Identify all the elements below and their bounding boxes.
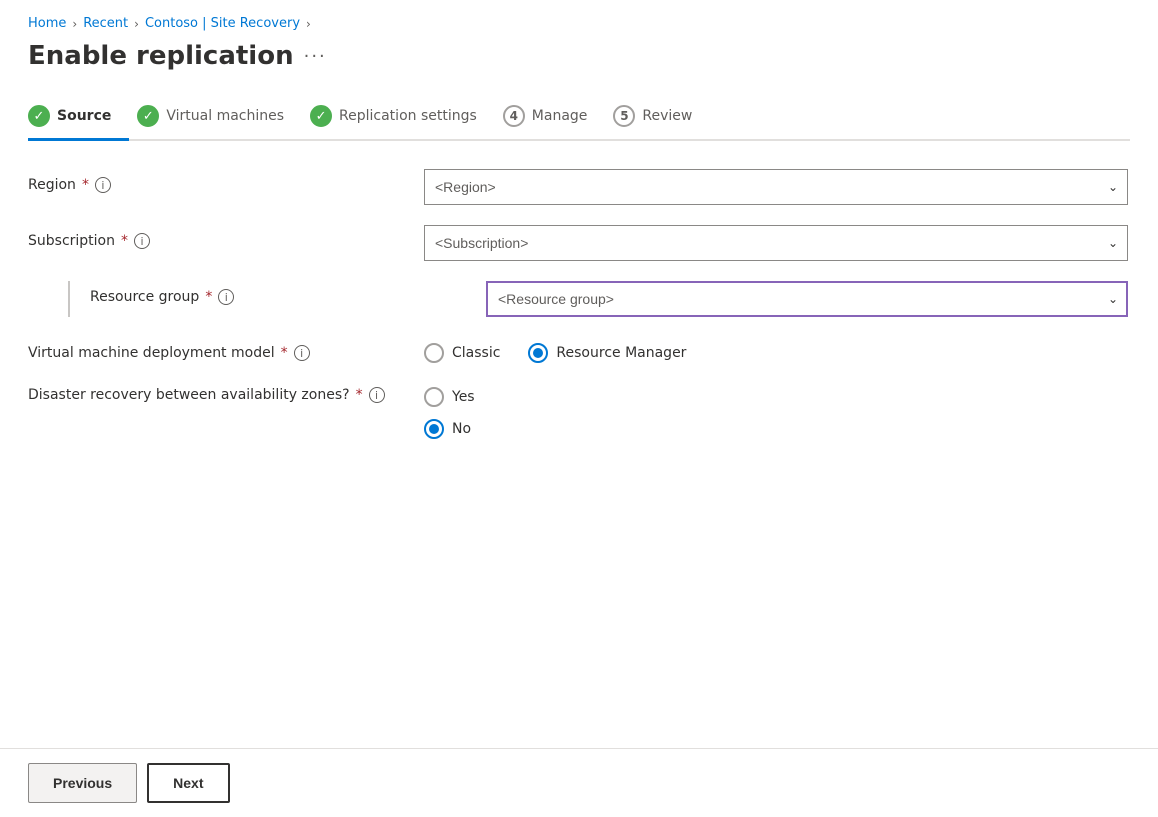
availability-zones-label: Disaster recovery between availability z… [28, 387, 350, 403]
rg-label: Resource group [90, 289, 199, 305]
subscription-required: * [121, 233, 128, 249]
deployment-model-info-icon[interactable]: i [294, 345, 310, 361]
rg-required: * [205, 289, 212, 305]
breadcrumb-sep-3: › [306, 17, 311, 31]
availability-zones-yes-option[interactable]: Yes [424, 387, 1128, 407]
breadcrumb-sep-1: › [72, 17, 77, 31]
region-required: * [82, 177, 89, 193]
availability-zones-yes-label: Yes [452, 389, 475, 405]
step-rep-label: Replication settings [339, 108, 477, 124]
more-options-icon[interactable]: ··· [304, 46, 327, 67]
deployment-model-required: * [281, 345, 288, 361]
region-row: Region * i <Region> ⌄ [28, 169, 1128, 205]
subscription-row: Subscription * i <Subscription> ⌄ [28, 225, 1128, 261]
deployment-model-row: Virtual machine deployment model * i Cla… [28, 337, 1128, 363]
step-review-label: Review [642, 108, 692, 124]
deployment-model-classic-radio [424, 343, 444, 363]
availability-zones-required: * [356, 387, 363, 403]
region-control: <Region> ⌄ [424, 169, 1128, 205]
step-source-circle [28, 105, 50, 127]
step-review-circle: 5 [613, 105, 635, 127]
deployment-model-rm-radio-inner [533, 348, 543, 358]
breadcrumb-recent[interactable]: Recent [83, 16, 128, 31]
step-manage-label: Manage [532, 108, 588, 124]
deployment-model-label: Virtual machine deployment model [28, 345, 275, 361]
availability-zones-no-label: No [452, 421, 471, 437]
deployment-model-rm-label: Resource Manager [556, 345, 686, 361]
availability-zones-no-radio [424, 419, 444, 439]
page-title-row: Enable replication ··· [28, 41, 1130, 71]
footer-bar: Previous Next [0, 748, 1158, 817]
step-manage-circle: 4 [503, 105, 525, 127]
step-source[interactable]: Source [28, 95, 129, 139]
step-vm-label: Virtual machines [166, 108, 284, 124]
breadcrumb-sep-2: › [134, 17, 139, 31]
subscription-info-icon[interactable]: i [134, 233, 150, 249]
region-label-col: Region * i [28, 169, 408, 193]
rg-control: <Resource group> ⌄ [486, 281, 1128, 317]
breadcrumb-home[interactable]: Home [28, 16, 66, 31]
deployment-model-classic-label: Classic [452, 345, 500, 361]
previous-button[interactable]: Previous [28, 763, 137, 803]
breadcrumb: Home › Recent › Contoso | Site Recovery … [28, 16, 1130, 31]
steps-nav: Source Virtual machines Replication sett… [28, 95, 1130, 141]
region-label: Region [28, 177, 76, 193]
availability-zones-info-icon[interactable]: i [369, 387, 385, 403]
step-vm-circle [137, 105, 159, 127]
subscription-control: <Subscription> ⌄ [424, 225, 1128, 261]
availability-zones-no-radio-inner [429, 424, 439, 434]
page-title: Enable replication [28, 41, 294, 71]
step-rep-circle [310, 105, 332, 127]
rg-select-wrapper: <Resource group> ⌄ [486, 281, 1128, 317]
deployment-model-classic-option[interactable]: Classic [424, 343, 500, 363]
rg-info-icon[interactable]: i [218, 289, 234, 305]
availability-zones-yes-radio [424, 387, 444, 407]
rg-label-col: Resource group * i [90, 281, 470, 305]
subscription-label: Subscription [28, 233, 115, 249]
step-virtual-machines[interactable]: Virtual machines [137, 95, 302, 139]
deployment-model-label-col: Virtual machine deployment model * i [28, 337, 408, 361]
availability-zones-label-col: Disaster recovery between availability z… [28, 383, 408, 403]
next-button[interactable]: Next [147, 763, 229, 803]
breadcrumb-contoso[interactable]: Contoso | Site Recovery [145, 16, 300, 31]
deployment-model-control: Classic Resource Manager [424, 337, 1128, 363]
step-replication-settings[interactable]: Replication settings [310, 95, 495, 139]
availability-zones-row: Disaster recovery between availability z… [28, 383, 1128, 439]
resource-group-content: Resource group * i <Resource group> ⌄ [70, 281, 1128, 317]
deployment-model-radio-group: Classic Resource Manager [424, 337, 1128, 363]
form-section: Region * i <Region> ⌄ Subscription * i [28, 169, 1128, 439]
region-select-wrapper: <Region> ⌄ [424, 169, 1128, 205]
step-manage[interactable]: 4 Manage [503, 95, 606, 139]
availability-zones-no-option[interactable]: No [424, 419, 1128, 439]
subscription-select[interactable]: <Subscription> [424, 225, 1128, 261]
region-select[interactable]: <Region> [424, 169, 1128, 205]
availability-zones-radio-group: Yes No [424, 383, 1128, 439]
step-review[interactable]: 5 Review [613, 95, 710, 139]
resource-group-indent-wrapper: Resource group * i <Resource group> ⌄ [28, 281, 1128, 317]
availability-zones-control: Yes No [424, 383, 1128, 439]
deployment-model-rm-option[interactable]: Resource Manager [528, 343, 686, 363]
step-source-label: Source [57, 108, 111, 124]
region-info-icon[interactable]: i [95, 177, 111, 193]
rg-select[interactable]: <Resource group> [486, 281, 1128, 317]
subscription-label-col: Subscription * i [28, 225, 408, 249]
subscription-select-wrapper: <Subscription> ⌄ [424, 225, 1128, 261]
deployment-model-rm-radio [528, 343, 548, 363]
